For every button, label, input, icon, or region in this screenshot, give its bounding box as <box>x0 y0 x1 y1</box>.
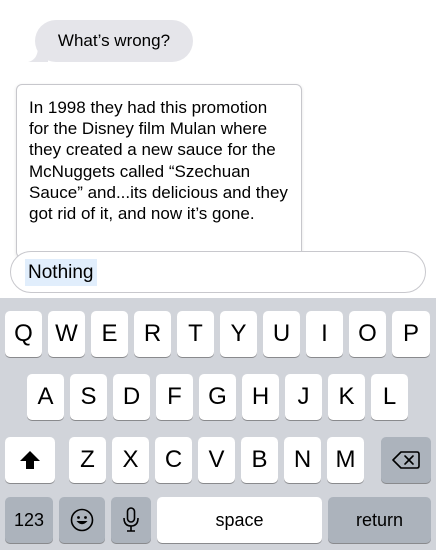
incoming-message-text: What’s wrong? <box>57 31 171 50</box>
key-a[interactable]: A <box>27 374 64 420</box>
key-k[interactable]: K <box>328 374 365 420</box>
key-x[interactable]: X <box>112 437 149 483</box>
backspace-icon <box>392 451 420 469</box>
key-v[interactable]: V <box>198 437 235 483</box>
key-s[interactable]: S <box>70 374 107 420</box>
chat-area: What’s wrong? In 1998 they had this prom… <box>0 0 436 298</box>
emoji-key[interactable] <box>59 497 105 543</box>
key-c[interactable]: C <box>155 437 192 483</box>
delete-key[interactable] <box>381 437 431 483</box>
key-o[interactable]: O <box>349 311 386 357</box>
key-g[interactable]: G <box>199 374 236 420</box>
key-t[interactable]: T <box>177 311 214 357</box>
key-r[interactable]: R <box>134 311 171 357</box>
key-e[interactable]: E <box>91 311 128 357</box>
return-key[interactable]: return <box>328 497 431 543</box>
keyboard: Q W E R T Y U I O P A S D F G H J K L Z … <box>0 298 436 550</box>
key-j[interactable]: J <box>285 374 322 420</box>
shift-arrow-icon <box>20 451 40 469</box>
numbers-key[interactable]: 123 <box>5 497 53 543</box>
key-n[interactable]: N <box>284 437 321 483</box>
message-input-text[interactable]: Nothing <box>25 259 97 286</box>
text-popover: In 1998 they had this promotion for the … <box>16 84 302 258</box>
incoming-message-bubble: What’s wrong? <box>35 20 193 62</box>
key-b[interactable]: B <box>241 437 278 483</box>
key-u[interactable]: U <box>263 311 300 357</box>
key-h[interactable]: H <box>242 374 279 420</box>
popover-text: In 1998 they had this promotion for the … <box>29 98 288 224</box>
microphone-icon <box>123 507 139 532</box>
space-key[interactable]: space <box>157 497 322 543</box>
key-z[interactable]: Z <box>69 437 106 483</box>
key-f[interactable]: F <box>156 374 193 420</box>
message-input[interactable]: Nothing <box>10 251 426 293</box>
dictation-key[interactable] <box>111 497 151 543</box>
key-q[interactable]: Q <box>5 311 42 357</box>
key-p[interactable]: P <box>392 311 430 357</box>
key-d[interactable]: D <box>113 374 150 420</box>
shift-key[interactable] <box>5 437 55 483</box>
key-i[interactable]: I <box>306 311 343 357</box>
emoji-icon <box>70 508 94 532</box>
key-w[interactable]: W <box>48 311 85 357</box>
key-m[interactable]: M <box>327 437 364 483</box>
key-y[interactable]: Y <box>220 311 257 357</box>
key-l[interactable]: L <box>371 374 408 420</box>
